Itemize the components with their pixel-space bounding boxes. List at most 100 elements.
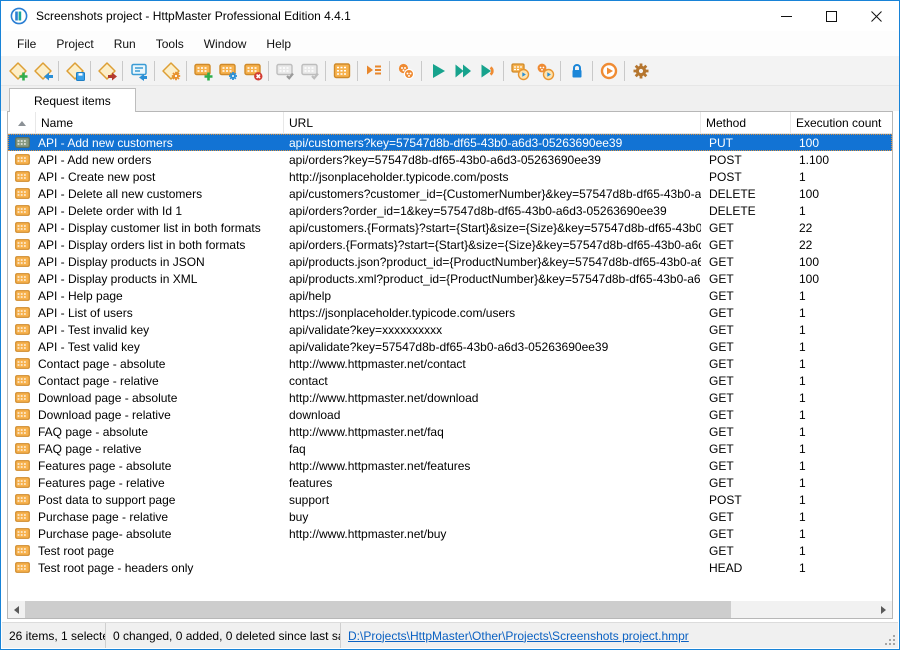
close-button[interactable] — [854, 1, 899, 31]
scrollbar-thumb[interactable] — [25, 601, 731, 618]
execute-selected-icon — [478, 61, 498, 81]
edit-request-item-button[interactable] — [215, 58, 240, 84]
table-row[interactable]: API - Add new customers api/customers?ke… — [8, 134, 892, 151]
row-url: api/customers?customer_id={CustomerNumbe… — [284, 185, 701, 202]
row-icon-cell — [8, 491, 36, 508]
row-url: api/validate?key=xxxxxxxxxx — [284, 321, 701, 338]
schedule-items-button[interactable] — [507, 58, 532, 84]
table-row[interactable]: Post data to support page support POST 1 — [8, 491, 892, 508]
menu-window[interactable]: Window — [194, 33, 257, 55]
scroll-left-button[interactable] — [8, 601, 25, 618]
table-row[interactable]: API - Display products in JSON api/produ… — [8, 253, 892, 270]
request-item-icon — [15, 205, 30, 216]
add-request-item-button[interactable] — [190, 58, 215, 84]
row-icon-cell — [8, 202, 36, 219]
resize-grip[interactable] — [883, 633, 896, 646]
execution-groups-button[interactable] — [393, 58, 418, 84]
table-row[interactable]: API - Test invalid key api/validate?key=… — [8, 321, 892, 338]
execution-groups-icon — [396, 61, 416, 81]
playback-button[interactable] — [596, 58, 621, 84]
row-icon-cell — [8, 372, 36, 389]
execute-selected-button[interactable] — [475, 58, 500, 84]
toolbar-separator — [592, 61, 593, 81]
table-row[interactable]: Test root page - headers only HEAD 1 — [8, 559, 892, 576]
table-row[interactable]: Purchase page - relative buy GET 1 — [8, 508, 892, 525]
window-title: Screenshots project - HttpMaster Profess… — [36, 9, 764, 23]
row-execution-count: 1 — [791, 168, 892, 185]
table-row[interactable]: Contact page - absolute http://www.httpm… — [8, 355, 892, 372]
request-item-icon — [15, 188, 30, 199]
row-url — [284, 542, 701, 559]
save-project-button[interactable] — [62, 58, 87, 84]
request-item-icon — [15, 154, 30, 165]
settings-button[interactable] — [628, 58, 653, 84]
menu-tools[interactable]: Tools — [146, 33, 194, 55]
scrollbar-track[interactable] — [25, 601, 875, 618]
toolbar-separator — [325, 61, 326, 81]
project-notes-button[interactable] — [126, 58, 151, 84]
open-project-button[interactable] — [30, 58, 55, 84]
table-row[interactable]: FAQ page - absolute http://www.httpmaste… — [8, 423, 892, 440]
table-row[interactable]: API - Help page api/help GET 1 — [8, 287, 892, 304]
row-method: GET — [701, 253, 791, 270]
row-url: http://www.httpmaster.net/download — [284, 389, 701, 406]
table-row[interactable]: Download page - absolute http://www.http… — [8, 389, 892, 406]
table-row[interactable]: API - Create new post http://jsonplaceho… — [8, 168, 892, 185]
table-row[interactable]: Features page - absolute http://www.http… — [8, 457, 892, 474]
table-row[interactable]: API - Display customer list in both form… — [8, 219, 892, 236]
table-row[interactable]: API - Add new orders api/orders?key=5754… — [8, 151, 892, 168]
view-request-items-button[interactable] — [329, 58, 354, 84]
maximize-button[interactable] — [809, 1, 854, 31]
menu-run[interactable]: Run — [104, 33, 146, 55]
toolbar-separator — [624, 61, 625, 81]
column-header-execution-count[interactable]: Execution count — [791, 112, 892, 134]
column-header-method[interactable]: Method — [701, 112, 791, 134]
validate-item-button[interactable] — [272, 58, 297, 84]
column-header-url[interactable]: URL — [284, 112, 701, 134]
table-row[interactable]: API - Display products in XML api/produc… — [8, 270, 892, 287]
minimize-button[interactable] — [764, 1, 809, 31]
delete-request-item-button[interactable] — [240, 58, 265, 84]
project-notes-icon — [129, 61, 149, 81]
row-url: api/products.json?product_id={ProductNum… — [284, 253, 701, 270]
close-project-button[interactable] — [94, 58, 119, 84]
request-item-icon — [15, 494, 30, 505]
table-row[interactable]: Test root page GET 1 — [8, 542, 892, 559]
schedule-groups-button[interactable] — [532, 58, 557, 84]
execute-all-button[interactable] — [450, 58, 475, 84]
new-project-button[interactable] — [5, 58, 30, 84]
table-row[interactable]: Purchase page- absolute http://www.httpm… — [8, 525, 892, 542]
menu-project[interactable]: Project — [46, 33, 103, 55]
lock-button[interactable] — [564, 58, 589, 84]
table-row[interactable]: FAQ page - relative faq GET 1 — [8, 440, 892, 457]
row-url: api/help — [284, 287, 701, 304]
row-name: Contact page - absolute — [36, 355, 284, 372]
execute-item-button[interactable] — [425, 58, 450, 84]
validate-item-icon — [275, 61, 295, 81]
table-row[interactable]: Features page - relative features GET 1 — [8, 474, 892, 491]
tab-request-items[interactable]: Request items — [9, 88, 136, 112]
column-header-sort[interactable] — [8, 112, 36, 134]
row-method: PUT — [701, 134, 791, 151]
menu-help[interactable]: Help — [256, 33, 301, 55]
row-execution-count: 1 — [791, 355, 892, 372]
table-row[interactable]: API - Test valid key api/validate?key=57… — [8, 338, 892, 355]
row-method: POST — [701, 168, 791, 185]
execute-all-icon — [453, 61, 473, 81]
project-file-link[interactable]: D:\Projects\HttpMaster\Other\Projects\Sc… — [348, 629, 689, 643]
table-row[interactable]: Contact page - relative contact GET 1 — [8, 372, 892, 389]
table-row[interactable]: API - Display orders list in both format… — [8, 236, 892, 253]
menu-file[interactable]: File — [7, 33, 46, 55]
row-name: FAQ page - absolute — [36, 423, 284, 440]
validate-all-items-button[interactable] — [297, 58, 322, 84]
table-row[interactable]: API - Delete order with Id 1 api/orders?… — [8, 202, 892, 219]
column-header-name[interactable]: Name — [36, 112, 284, 134]
execution-order-button[interactable] — [361, 58, 386, 84]
row-method: DELETE — [701, 202, 791, 219]
scroll-right-button[interactable] — [875, 601, 892, 618]
table-row[interactable]: Download page - relative download GET 1 — [8, 406, 892, 423]
request-item-icon — [15, 460, 30, 471]
project-properties-button[interactable] — [158, 58, 183, 84]
table-row[interactable]: API - Delete all new customers api/custo… — [8, 185, 892, 202]
table-row[interactable]: API - List of users https://jsonplacehol… — [8, 304, 892, 321]
